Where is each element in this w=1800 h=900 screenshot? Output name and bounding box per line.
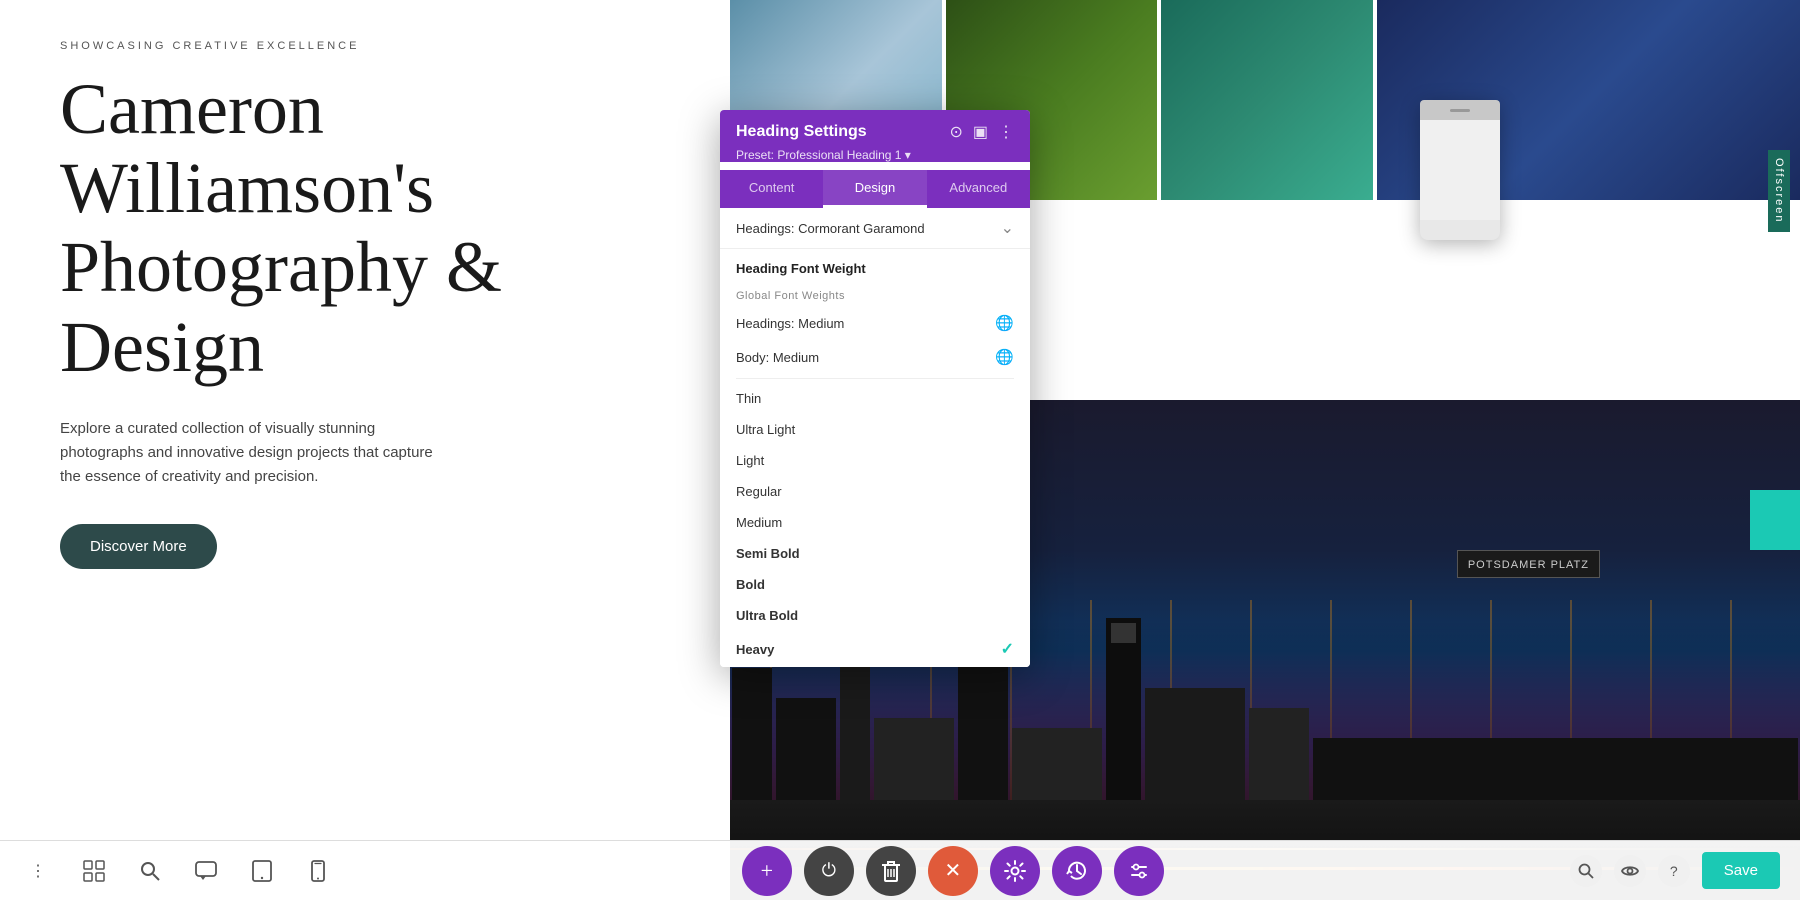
toolbar-history-button[interactable] (1052, 846, 1102, 896)
weight-thin[interactable]: Thin (720, 383, 1030, 414)
font-weight-headings-medium[interactable]: Headings: Medium 🌐 (720, 306, 1030, 340)
device-top-bar (1420, 100, 1500, 120)
help-icon: ? (1670, 863, 1678, 879)
toolbar-search-left-button[interactable] (132, 853, 168, 889)
weight-medium[interactable]: Medium (720, 507, 1030, 538)
headings-medium-label: Headings: Medium (736, 316, 844, 331)
panel-reset-icon[interactable]: ⊙ (949, 122, 962, 142)
search-left-icon (140, 861, 160, 881)
heading-settings-panel: Heading Settings ⊙ ▣ ⋮ Preset: Professio… (720, 110, 1030, 667)
toolbar-close-button[interactable]: ✕ (928, 846, 978, 896)
toolbar-delete-button[interactable] (866, 846, 916, 896)
toolbar-settings-button[interactable] (990, 846, 1040, 896)
font-weight-list: Global Font Weights Headings: Medium 🌐 B… (720, 284, 1030, 667)
toolbar-adjust-button[interactable] (1114, 846, 1164, 896)
section-title: Heading Font Weight (720, 249, 1030, 284)
tab-advanced[interactable]: Advanced (927, 170, 1030, 208)
building-tall (1106, 618, 1141, 818)
eye-icon (1621, 864, 1639, 878)
page-heading: Cameron Williamson's Photography & Desig… (60, 70, 670, 387)
trash-icon (881, 860, 901, 882)
toolbar-add-button[interactable]: + (742, 846, 792, 896)
body-globe-icon: 🌐 (995, 348, 1014, 366)
toolbar-tablet-button[interactable] (244, 853, 280, 889)
panel-tabs: Content Design Advanced (720, 170, 1030, 208)
weight-ultra-light[interactable]: Ultra Light (720, 414, 1030, 445)
building-wide (1145, 688, 1245, 818)
toolbar-right: ? Save (1570, 852, 1780, 889)
potsdamer-sign: POTSDAMER PLATZ (1457, 550, 1600, 578)
settings-icon (1004, 860, 1026, 882)
page-description: Explore a curated collection of visually… (60, 417, 440, 489)
toolbar-left: ⋮ (20, 853, 336, 889)
body-medium-label: Body: Medium (736, 350, 819, 365)
building-antenna (1111, 623, 1136, 643)
toolbar-help-button[interactable]: ? (1658, 855, 1690, 887)
tab-content[interactable]: Content (720, 170, 823, 208)
font-family-row[interactable]: Headings: Cormorant Garamond ⌄ (720, 208, 1030, 249)
font-family-chevron: ⌄ (1001, 218, 1014, 238)
building-5 (958, 658, 1008, 818)
toolbar-grid-button[interactable] (76, 853, 112, 889)
panel-more-icon[interactable]: ⋮ (998, 122, 1014, 142)
tablet-icon (251, 860, 273, 882)
building-image (1161, 0, 1373, 200)
offscreen-label: Offscreen (1768, 150, 1790, 232)
teal-accent-block (1750, 490, 1800, 550)
weight-ultra-bold[interactable]: Ultra Bold (720, 600, 1030, 631)
weight-semi-bold[interactable]: Semi Bold (720, 538, 1030, 569)
panel-title: Heading Settings (736, 123, 867, 141)
panel-header-icons: ⊙ ▣ ⋮ (949, 122, 1014, 142)
font-weight-body-medium[interactable]: Body: Medium 🌐 (720, 340, 1030, 374)
discover-more-button[interactable]: Discover More (60, 524, 217, 569)
weight-regular[interactable]: Regular (720, 476, 1030, 507)
left-content-area: SHOWCASING CREATIVE EXCELLENCE Cameron W… (0, 0, 730, 900)
search-right-icon (1578, 863, 1594, 879)
dots-icon: ⋮ (30, 861, 46, 881)
panel-body: Headings: Cormorant Garamond ⌄ Heading F… (720, 208, 1030, 667)
panel-preset-label[interactable]: Preset: Professional Heading 1 ▾ (736, 148, 1014, 162)
potsdamer-text: POTSDAMER PLATZ (1468, 559, 1589, 571)
close-icon: ✕ (945, 858, 962, 883)
divider (736, 378, 1014, 379)
weight-light[interactable]: Light (720, 445, 1030, 476)
toolbar-power-button[interactable]: ⏻ (804, 846, 854, 896)
power-icon: ⏻ (822, 860, 836, 881)
toolbar-comment-button[interactable] (188, 853, 224, 889)
save-button[interactable]: Save (1702, 852, 1780, 889)
check-icon: ✓ (1001, 639, 1014, 659)
weight-bold[interactable]: Bold (720, 569, 1030, 600)
device-screen (1420, 120, 1500, 220)
panel-header: Heading Settings ⊙ ▣ ⋮ Preset: Professio… (720, 110, 1030, 162)
page-subtitle: SHOWCASING CREATIVE EXCELLENCE (60, 40, 670, 52)
phone-icon (311, 860, 325, 882)
panel-layout-icon[interactable]: ▣ (973, 122, 988, 142)
tab-design[interactable]: Design (823, 170, 926, 208)
device-mockup (1420, 100, 1500, 240)
history-icon (1066, 860, 1088, 882)
weight-heavy[interactable]: Heavy ✓ (720, 631, 1030, 667)
toolbar-center: + ⏻ ✕ (742, 846, 1164, 896)
grid-icon (83, 860, 105, 882)
toolbar-search-right-button[interactable] (1570, 855, 1602, 887)
font-family-label: Headings: Cormorant Garamond (736, 221, 925, 236)
headings-globe-icon: 🌐 (995, 314, 1014, 332)
bottom-toolbar: ⋮ (0, 840, 1800, 900)
device-camera (1450, 109, 1470, 112)
global-font-weights-label: Global Font Weights (720, 284, 1030, 306)
building-1 (732, 668, 772, 818)
adjust-icon (1128, 860, 1150, 882)
add-icon: + (761, 858, 773, 884)
toolbar-eye-button[interactable] (1614, 855, 1646, 887)
panel-title-row: Heading Settings ⊙ ▣ ⋮ (736, 122, 1014, 142)
toolbar-phone-button[interactable] (300, 853, 336, 889)
toolbar-dots-button[interactable]: ⋮ (20, 853, 56, 889)
comment-icon (195, 861, 217, 881)
